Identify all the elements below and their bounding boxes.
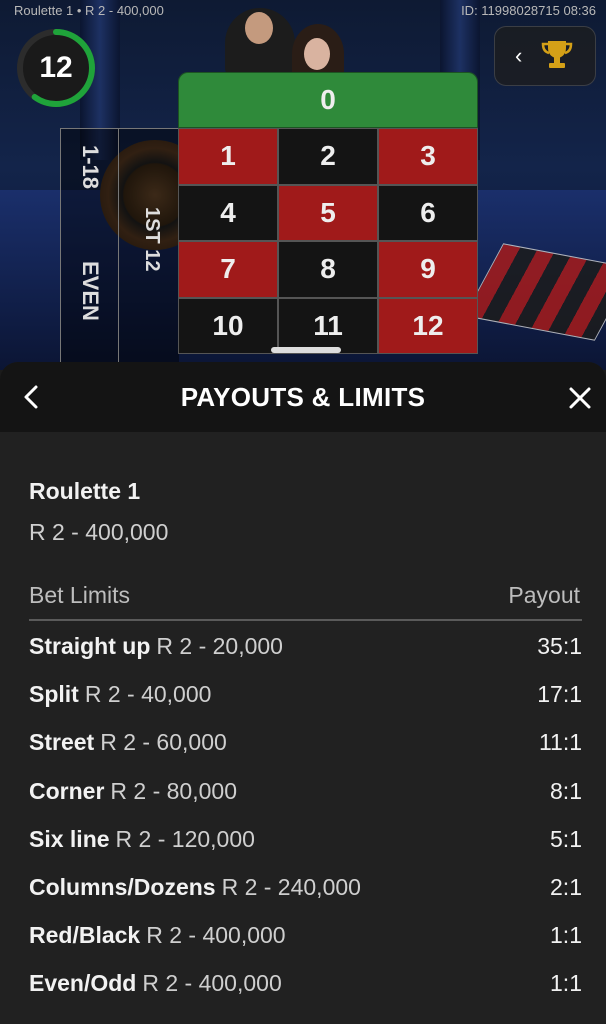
dozens-column: 1ST 12 — [118, 128, 179, 370]
bet-spot-number[interactable]: 3 — [378, 128, 478, 185]
bet-type-limit: R 2 - 60,000 — [100, 729, 227, 756]
bet-type-name: Red/Black — [29, 922, 141, 949]
bet-spot-1-18[interactable]: 1-18 — [77, 145, 103, 189]
bet-limits-header: Bet Limits — [29, 582, 130, 608]
payout-row: Six line R 2 - 120,000 5:1 — [29, 823, 582, 871]
close-icon[interactable] — [568, 386, 592, 410]
drag-handle[interactable] — [271, 347, 341, 353]
bet-spot-number[interactable]: 8 — [278, 241, 378, 298]
bet-spot-number[interactable]: 4 — [178, 184, 278, 241]
payouts-panel: PAYOUTS & LIMITS Roulette 1 R 2 - 400,00… — [0, 362, 606, 1024]
panel-title: PAYOUTS & LIMITS — [180, 382, 426, 412]
bet-type-payout: 1:1 — [550, 922, 582, 949]
bet-spot-even[interactable]: EVEN — [77, 261, 103, 321]
payout-list: Straight up R 2 - 20,000 35:1 Split R 2 - 40… — [29, 630, 582, 1016]
scroll-fade — [0, 990, 606, 1024]
bet-spot-number[interactable]: 1 — [178, 128, 278, 185]
bet-type-limit: R 2 - 20,000 — [156, 633, 283, 659]
number-grid: 1 2 3 4 5 6 7 8 9 10 11 12 — [178, 128, 478, 354]
bet-type-limit: R 2 - 120,000 — [115, 825, 255, 852]
outside-bets-column: 1-18 EVEN — [60, 128, 119, 370]
betting-timer: 12 — [14, 26, 98, 110]
trophy-icon — [541, 41, 573, 68]
table-range: R 2 - 400,000 — [29, 519, 169, 545]
bet-spot-number[interactable]: 12 — [378, 297, 478, 354]
bet-type-limit: R 2 - 40,000 — [84, 681, 212, 708]
payout-row: Corner R 2 - 80,000 8:1 — [29, 775, 582, 823]
panel-header: PAYOUTS & LIMITS — [0, 362, 606, 432]
bet-spot-number[interactable]: 6 — [378, 184, 478, 241]
bet-type-limit: R 2 - 240,000 — [221, 873, 361, 900]
timer-seconds: 12 — [39, 51, 73, 84]
bet-spot-number[interactable]: 5 — [278, 184, 378, 241]
game-title: Roulette 1 • R 2 - 400,000 — [14, 3, 164, 18]
bet-type-payout: 11:1 — [538, 729, 582, 756]
bet-spot-number[interactable]: 7 — [178, 241, 278, 298]
dealer-figure — [225, 8, 295, 78]
table-name: Roulette 1 — [29, 478, 141, 504]
bet-spot-number[interactable]: 2 — [278, 128, 378, 185]
bet-spot-number[interactable]: 10 — [178, 297, 278, 354]
payout-row: Straight up R 2 - 20,000 35:1 — [29, 630, 582, 678]
bet-type-name: Straight up — [29, 633, 151, 659]
game-id: ID: 11998028715 08:36 — [461, 3, 596, 18]
bet-type-name: Corner — [29, 777, 105, 804]
bet-type-payout: 5:1 — [550, 825, 582, 852]
bet-type-limit: R 2 - 400,000 — [146, 922, 286, 949]
bet-type-payout: 2:1 — [550, 873, 582, 900]
payout-row: Street R 2 - 60,000 11:1 — [29, 726, 582, 774]
bet-spot-zero[interactable]: 0 — [178, 72, 478, 128]
divider — [29, 619, 582, 621]
bet-spot-number[interactable]: 9 — [378, 241, 478, 298]
trophy-button[interactable]: ‹ — [494, 26, 596, 86]
bet-type-limit: R 2 - 80,000 — [110, 777, 237, 804]
bet-type-payout: 17:1 — [537, 681, 582, 708]
bet-type-name: Columns/Dozens — [29, 873, 216, 900]
bet-spot-first-dozen[interactable]: 1ST 12 — [140, 207, 163, 271]
chevron-left-icon: ‹ — [515, 43, 523, 68]
payout-row: Columns/Dozens R 2 - 240,000 2:1 — [29, 871, 582, 919]
bet-type-name: Six line — [29, 825, 110, 852]
bet-spot-number[interactable]: 11 — [278, 297, 378, 354]
bet-type-payout: 35:1 — [537, 633, 582, 659]
payout-row: Red/Black R 2 - 400,000 1:1 — [29, 919, 582, 967]
payout-header: Payout — [508, 582, 580, 608]
bet-type-payout: 8:1 — [550, 777, 582, 804]
bet-type-name: Split — [29, 681, 79, 708]
payout-row: Split R 2 - 40,000 17:1 — [29, 678, 582, 726]
bet-type-name: Street — [29, 729, 95, 756]
